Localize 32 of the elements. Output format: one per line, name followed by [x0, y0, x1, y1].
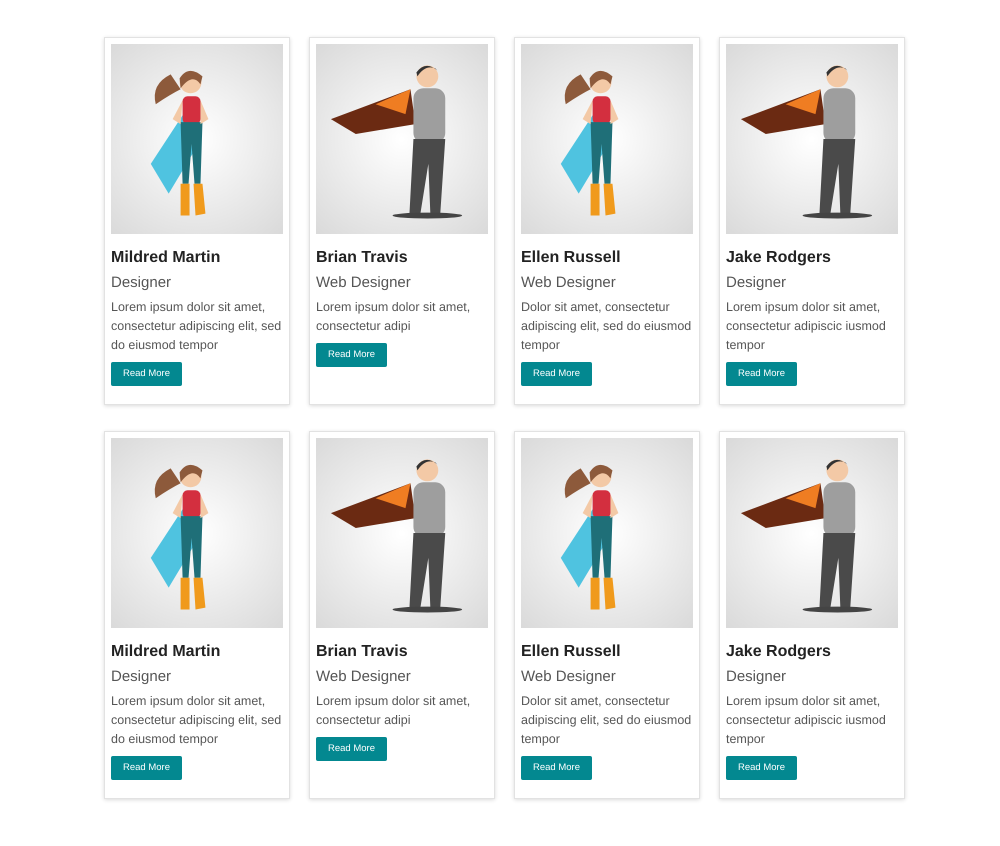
person-name: Brian Travis: [316, 248, 408, 268]
description-text: Lorem ipsum dolor sit amet, consectetur adipiscic iusmod tempor: [726, 299, 887, 354]
job-title: Designer: [726, 667, 786, 687]
read-more-button[interactable]: Read More: [726, 362, 797, 386]
read-more-button[interactable]: Read More: [521, 362, 592, 386]
job-title: Web Designer: [521, 667, 616, 687]
read-more-button[interactable]: Read More: [726, 756, 797, 780]
person-name: Mildred Martin: [111, 642, 220, 662]
person-name: Brian Travis: [316, 642, 408, 662]
read-more-button[interactable]: Read More: [111, 756, 182, 780]
job-title: Web Designer: [521, 273, 616, 293]
description-text: Lorem ipsum dolor sit amet, consectetur adipiscing elit, sed do eiusmod tempor: [111, 693, 282, 748]
job-title: Web Designer: [316, 667, 411, 687]
person-name: Ellen Russell: [521, 642, 621, 662]
description-text: Lorem ipsum dolor sit amet, consectetur adipi: [316, 299, 472, 335]
read-more-button[interactable]: Read More: [521, 756, 592, 780]
description-text: Lorem ipsum dolor sit amet, consectetur adipiscing elit, sed do eiusmod tempor: [111, 299, 282, 354]
job-title: Designer: [726, 273, 786, 293]
description-text: Dolor sit amet, consectetur adipiscing elit, sed do eiusmod tempor: [521, 693, 692, 748]
person-name: Mildred Martin: [111, 248, 220, 268]
description-text: Lorem ipsum dolor sit amet, consectetur adipi: [316, 693, 472, 729]
read-more-button[interactable]: Read More: [316, 343, 387, 367]
job-title: Web Designer: [316, 273, 411, 293]
read-more-button[interactable]: Read More: [316, 737, 387, 761]
job-title: Designer: [111, 667, 172, 687]
person-name: Jake Rodgers: [726, 248, 831, 268]
read-more-button[interactable]: Read More: [111, 362, 182, 386]
description-text: Dolor sit amet, consectetur adipiscing elit, sed do eiusmod tempor: [521, 299, 692, 354]
person-name: Jake Rodgers: [726, 642, 831, 662]
person-name: Ellen Russell: [521, 248, 621, 268]
job-title: Designer: [111, 273, 172, 293]
description-text: Lorem ipsum dolor sit amet, consectetur adipiscic iusmod tempor: [726, 693, 887, 748]
